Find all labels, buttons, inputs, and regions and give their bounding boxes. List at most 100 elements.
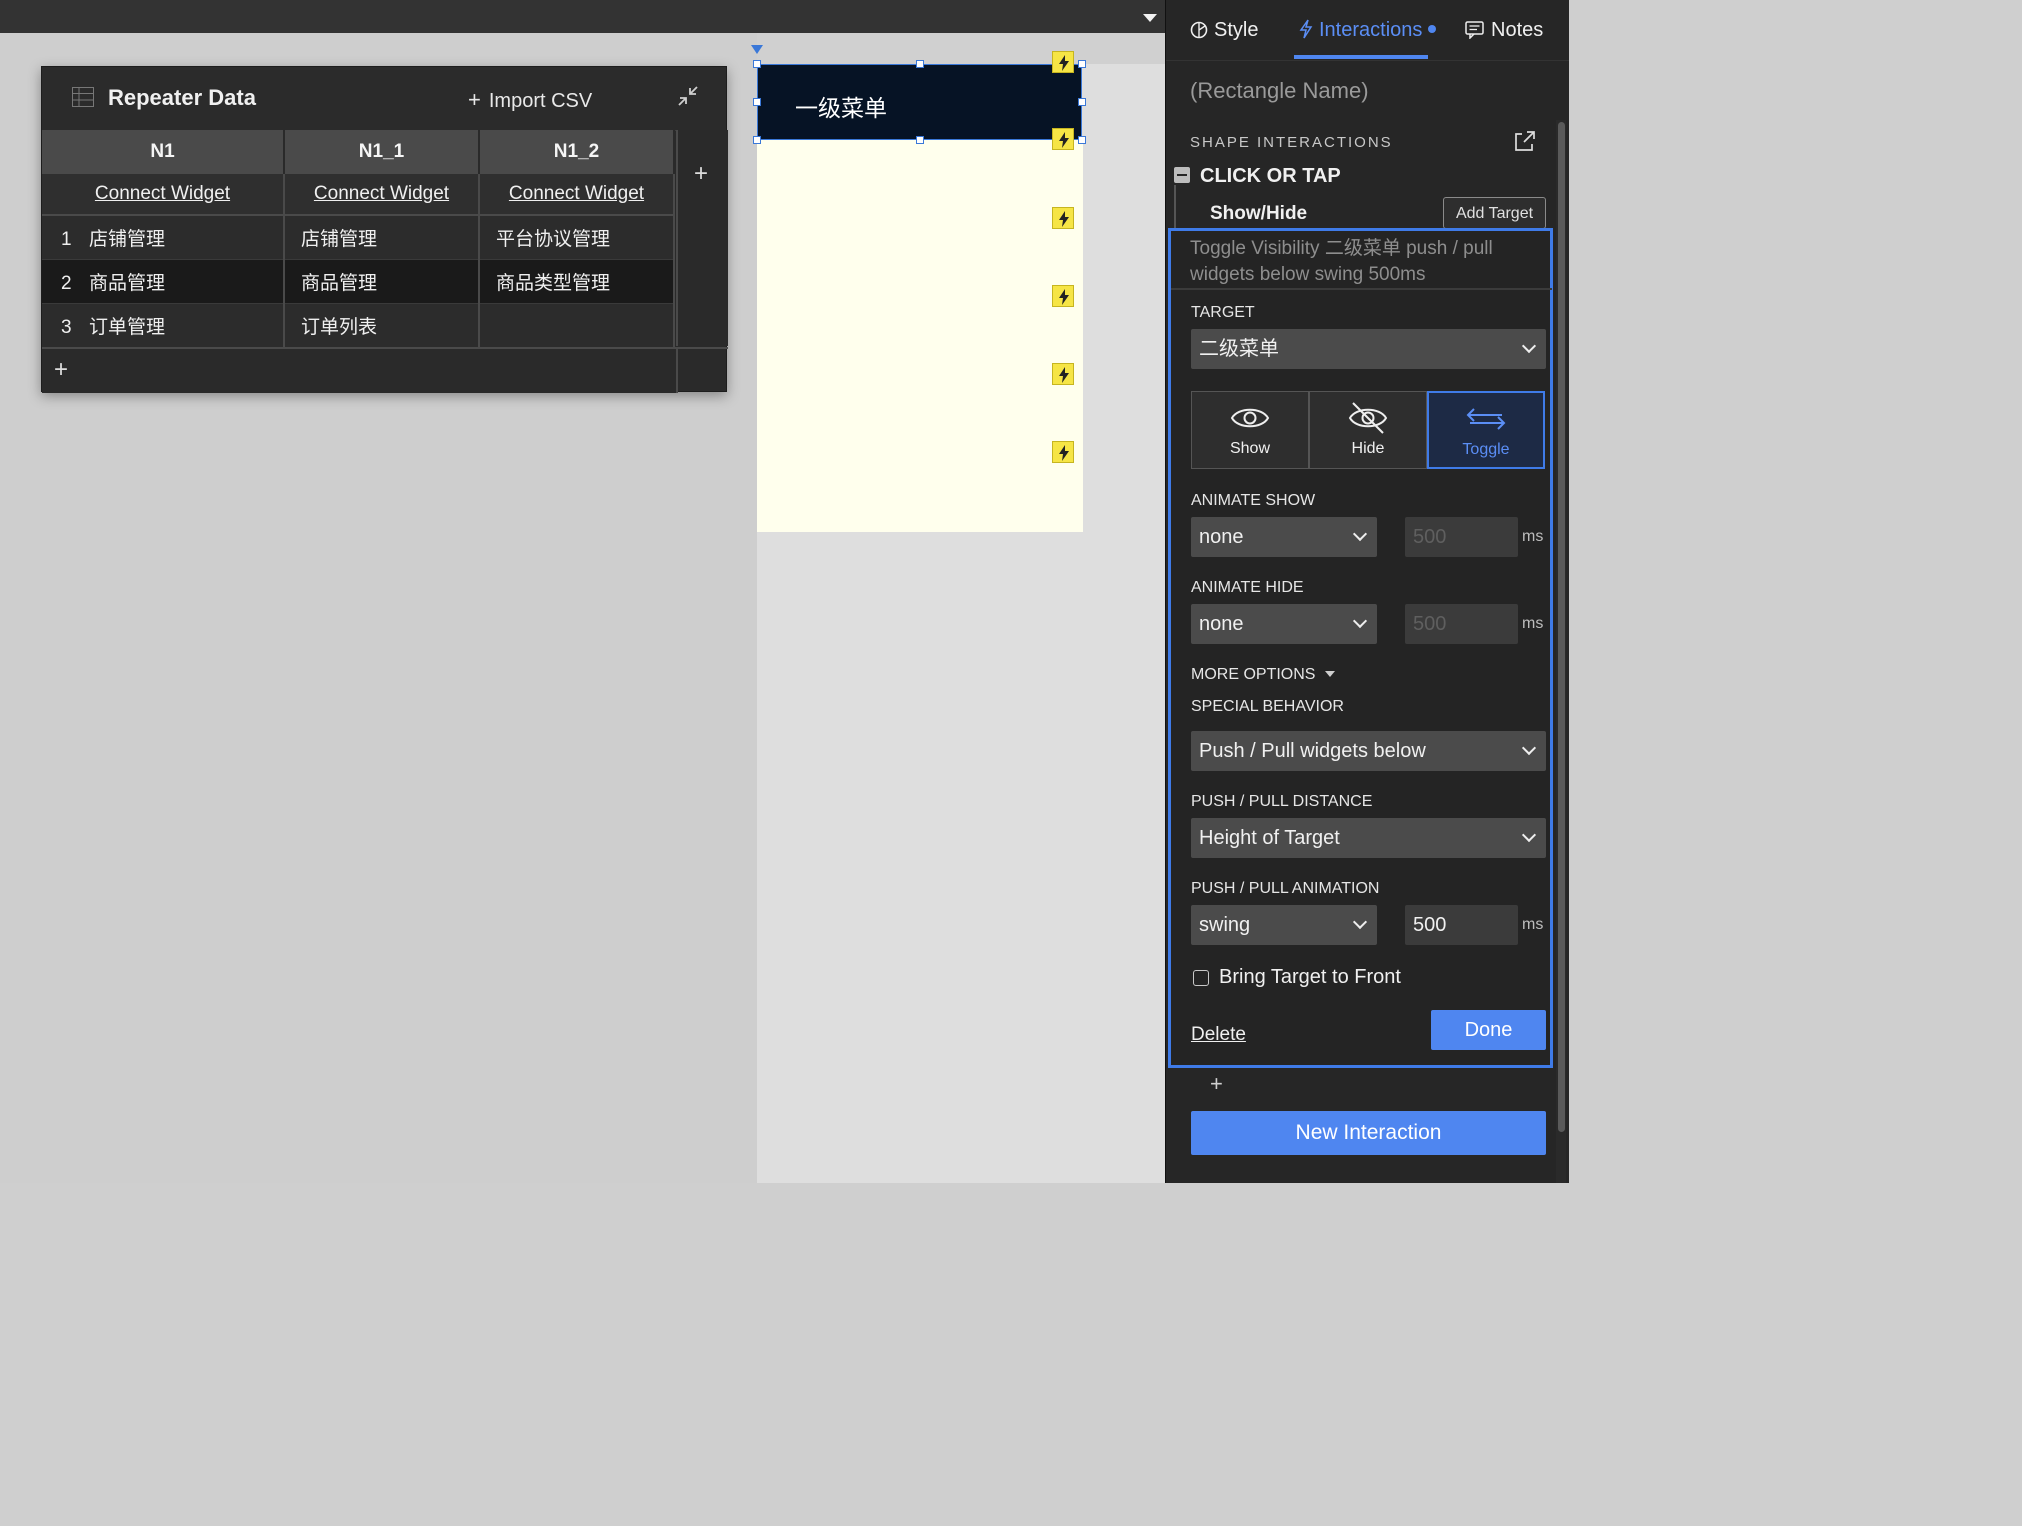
visibility-mode-group: Show Hide Toggle	[1191, 391, 1546, 470]
more-options-label: MORE OPTIONS	[1191, 666, 1316, 683]
done-button[interactable]: Done	[1431, 1010, 1546, 1050]
table-corner	[676, 347, 728, 393]
cell-text: 商品管理	[89, 272, 166, 294]
animate-show-select[interactable]: none	[1191, 517, 1377, 557]
resize-handle[interactable]	[753, 98, 761, 106]
add-target-button[interactable]: Add Target	[1443, 197, 1546, 229]
table-grid-icon	[72, 87, 94, 107]
table-cell[interactable]: 3 订单管理	[42, 303, 285, 348]
animate-hide-value: none	[1199, 613, 1244, 635]
special-behavior-label: SPECIAL BEHAVIOR	[1191, 698, 1344, 715]
push-animation-duration[interactable]: 500	[1405, 905, 1518, 945]
push-distance-value: Height of Target	[1199, 827, 1340, 849]
cell-text: 订单管理	[89, 316, 166, 338]
table-cell[interactable]	[479, 303, 675, 348]
collapse-event-icon[interactable]	[1174, 167, 1190, 183]
more-options-toggle[interactable]: MORE OPTIONS	[1191, 666, 1336, 684]
style-icon	[1190, 21, 1208, 39]
chevron-down-icon	[1521, 740, 1537, 756]
dropdown-caret-icon[interactable]	[1143, 14, 1157, 22]
add-column-area: +	[676, 130, 728, 346]
hide-label: Hide	[1351, 440, 1385, 457]
ms-unit: ms	[1522, 528, 1544, 545]
push-animation-value: swing	[1199, 914, 1251, 936]
lightning-bolt-icon[interactable]	[1052, 207, 1074, 229]
connect-widget-cell: Connect Widget	[479, 174, 675, 216]
resize-handle[interactable]	[1078, 98, 1086, 106]
lightning-bolt-icon[interactable]	[1052, 51, 1074, 73]
table-cell[interactable]: 1 店铺管理	[42, 215, 285, 260]
animate-show-duration[interactable]: 500	[1405, 517, 1518, 557]
event-label[interactable]: CLICK OR TAP	[1200, 165, 1341, 188]
add-action-button[interactable]: +	[1210, 1071, 1223, 1097]
push-distance-label: PUSH / PULL DISTANCE	[1191, 793, 1373, 810]
active-tab-indicator	[1294, 55, 1428, 59]
toggle-arrows-icon	[1466, 408, 1506, 430]
table-cell[interactable]: 2 商品管理	[42, 259, 285, 304]
import-csv-button[interactable]: + Import CSV	[468, 87, 592, 113]
table-cell[interactable]: 店铺管理	[284, 215, 480, 260]
popout-icon[interactable]	[1514, 130, 1536, 152]
lightning-bolt-icon[interactable]	[1052, 128, 1074, 150]
column-header[interactable]: N1_1	[284, 130, 480, 174]
connect-widget-link[interactable]: Connect Widget	[509, 183, 644, 204]
menu-level1-rectangle[interactable]: 一级菜单	[757, 64, 1082, 140]
hide-button[interactable]: Hide	[1309, 391, 1427, 469]
delete-link[interactable]: Delete	[1191, 1024, 1246, 1046]
row-number: 1	[61, 228, 72, 250]
table-cell[interactable]: 订单列表	[284, 303, 480, 348]
anchor-marker-icon	[751, 45, 763, 54]
column-header[interactable]: N1_2	[479, 130, 675, 174]
tab-style[interactable]: Style	[1190, 19, 1258, 42]
scrollbar-thumb[interactable]	[1558, 122, 1565, 1132]
resize-handle[interactable]	[916, 136, 924, 144]
bring-to-front-checkbox[interactable]	[1193, 970, 1209, 986]
resize-handle[interactable]	[753, 60, 761, 68]
collapse-icon[interactable]	[675, 83, 701, 109]
animate-hide-select[interactable]: none	[1191, 604, 1377, 644]
column-header[interactable]: N1	[42, 130, 285, 174]
tab-notes-label: Notes	[1491, 19, 1544, 41]
add-row-button[interactable]: +	[54, 356, 68, 384]
table-cell[interactable]: 商品管理	[284, 259, 480, 304]
bring-to-front-label[interactable]: Bring Target to Front	[1219, 966, 1401, 989]
resize-handle[interactable]	[753, 136, 761, 144]
animate-hide-duration[interactable]: 500	[1405, 604, 1518, 644]
resize-handle[interactable]	[1078, 60, 1086, 68]
submenu-panel[interactable]	[757, 140, 1083, 532]
chevron-down-icon	[1352, 613, 1368, 629]
eye-off-icon	[1348, 402, 1388, 434]
push-animation-select[interactable]: swing	[1191, 905, 1377, 945]
lightning-bolt-icon[interactable]	[1052, 285, 1074, 307]
push-distance-select[interactable]: Height of Target	[1191, 818, 1546, 858]
repeater-title: Repeater Data	[108, 85, 256, 110]
chevron-down-icon	[1521, 827, 1537, 843]
tab-interactions[interactable]: Interactions	[1299, 19, 1437, 42]
eye-icon	[1230, 408, 1270, 428]
tab-notes[interactable]: Notes	[1465, 19, 1543, 42]
row-number: 2	[61, 272, 72, 294]
table-cell[interactable]: 商品类型管理	[479, 259, 675, 304]
resize-handle[interactable]	[916, 60, 924, 68]
resize-handle[interactable]	[1078, 136, 1086, 144]
canvas-page-margin	[757, 33, 1165, 64]
plus-icon: +	[468, 87, 481, 112]
push-animation-label: PUSH / PULL ANIMATION	[1191, 880, 1380, 897]
table-cell[interactable]: 平台协议管理	[479, 215, 675, 260]
chevron-down-icon	[1521, 338, 1537, 354]
toggle-button[interactable]: Toggle	[1427, 391, 1545, 469]
connect-widget-cell: Connect Widget	[284, 174, 480, 216]
lightning-bolt-icon[interactable]	[1052, 363, 1074, 385]
connect-widget-link[interactable]: Connect Widget	[314, 183, 449, 204]
new-interaction-button[interactable]: New Interaction	[1191, 1111, 1546, 1155]
special-behavior-select[interactable]: Push / Pull widgets below	[1191, 731, 1546, 771]
target-select[interactable]: 二级菜单	[1191, 329, 1546, 369]
shape-name-input[interactable]: (Rectangle Name)	[1190, 78, 1369, 104]
lightning-bolt-icon[interactable]	[1052, 441, 1074, 463]
tab-interactions-label: Interactions	[1319, 19, 1423, 41]
action-label[interactable]: Show/Hide	[1210, 203, 1307, 225]
section-title: SHAPE INTERACTIONS	[1190, 134, 1393, 151]
show-button[interactable]: Show	[1191, 391, 1309, 469]
add-column-button[interactable]: +	[694, 160, 708, 188]
connect-widget-link[interactable]: Connect Widget	[95, 183, 230, 204]
